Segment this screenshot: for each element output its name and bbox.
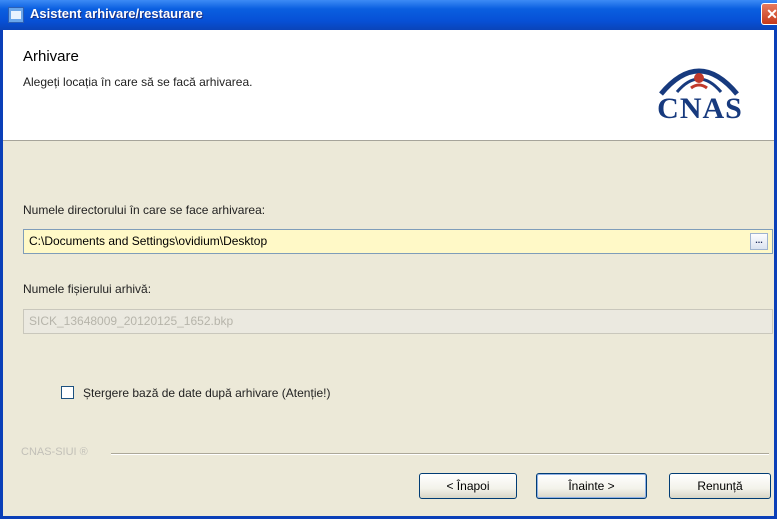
footer-divider: [111, 453, 769, 455]
window-title: Asistent arhivare/restaurare: [30, 6, 203, 21]
browse-button[interactable]: ...: [750, 233, 768, 250]
delete-database-label[interactable]: Ștergere bază de date după arhivare (Ate…: [83, 386, 331, 400]
logo-text: CNAS: [657, 92, 743, 125]
directory-input[interactable]: C:\Documents and Settings\ovidium\Deskto…: [23, 229, 773, 254]
archive-file-label: Numele fișierului arhivă:: [23, 282, 152, 296]
page-subtitle: Alegeți locația în care să se facă arhiv…: [23, 75, 253, 89]
archive-file-value: SICK_13648009_20120125_1652.bkp: [29, 314, 234, 328]
directory-label: Numele directorului în care se face arhi…: [23, 203, 266, 217]
app-icon: [8, 7, 24, 23]
close-button[interactable]: ✕: [761, 3, 777, 25]
wizard-window: Asistent arhivare/restaurare ✕ Arhivare …: [0, 0, 777, 519]
archive-file-input: SICK_13648009_20120125_1652.bkp: [23, 309, 773, 334]
wizard-header: Arhivare Alegeți locația în care să se f…: [3, 30, 774, 141]
cnas-logo: CNAS: [639, 52, 761, 130]
back-button[interactable]: < Înapoi: [419, 473, 517, 499]
page-title: Arhivare: [23, 48, 79, 65]
directory-value: C:\Documents and Settings\ovidium\Deskto…: [29, 234, 268, 248]
product-label: CNAS-SIUI ®: [21, 446, 88, 458]
next-button[interactable]: Înainte >: [536, 473, 647, 499]
title-bar[interactable]: Asistent arhivare/restaurare ✕: [0, 0, 777, 30]
delete-database-checkbox[interactable]: [61, 386, 74, 399]
cancel-button[interactable]: Renunță: [669, 473, 771, 499]
